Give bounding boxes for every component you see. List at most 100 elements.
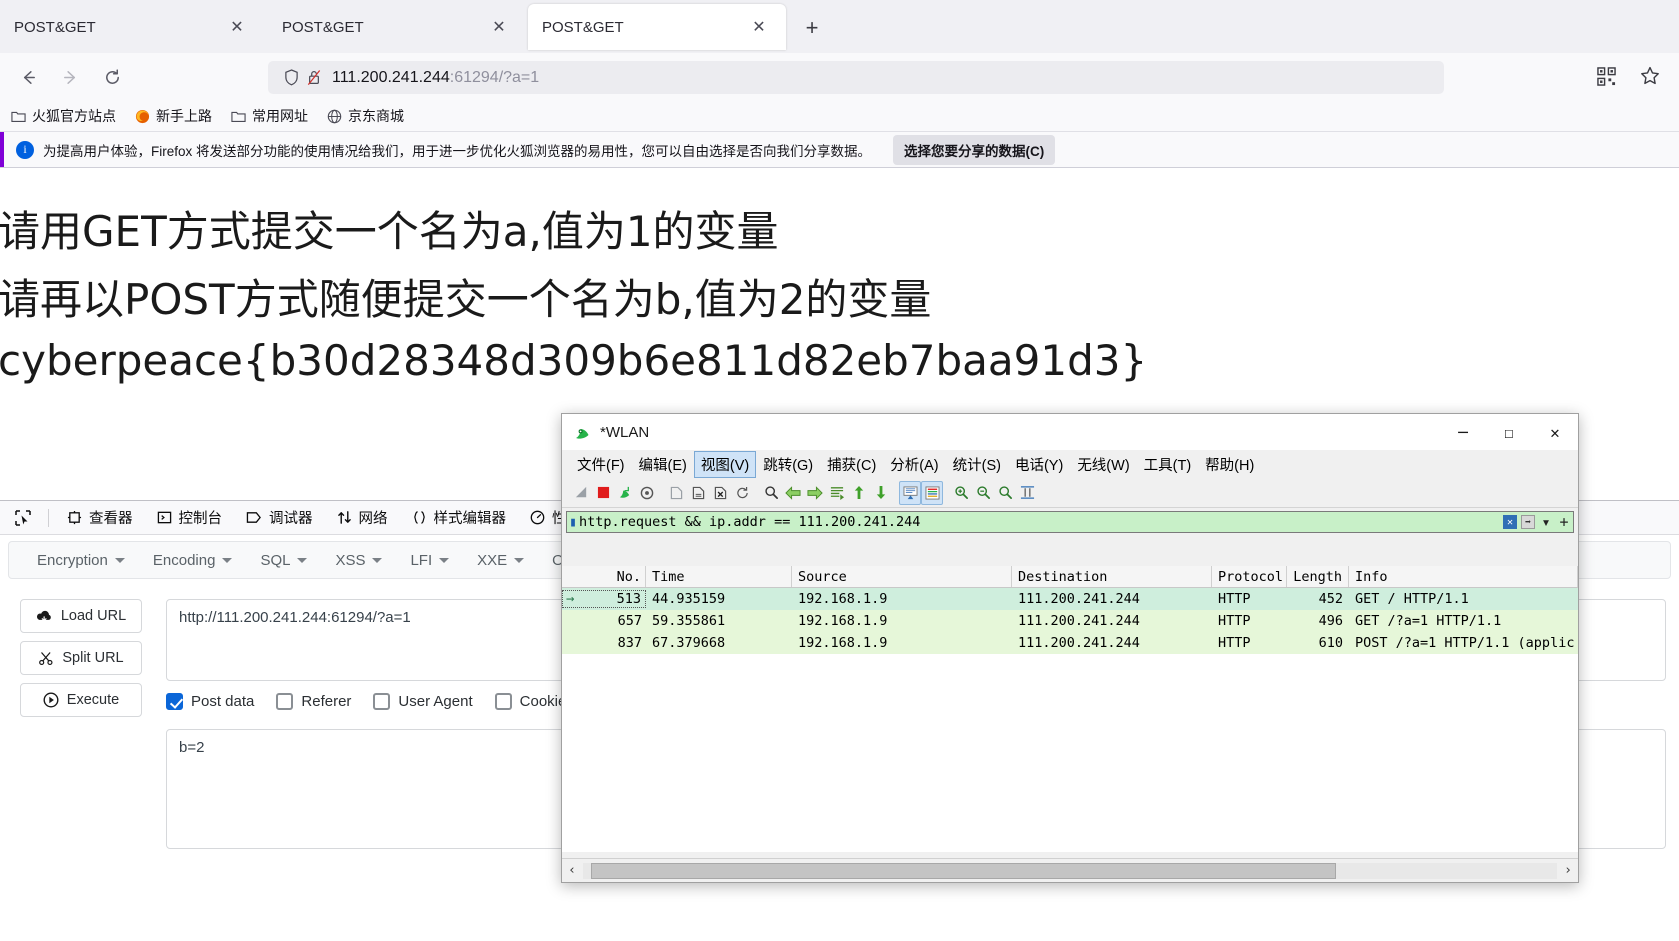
choose-share-data-button[interactable]: 选择您要分享的数据(C)	[893, 135, 1055, 165]
filter-bookmark-icon[interactable]: ▮	[567, 515, 579, 530]
go-forward-icon[interactable]	[804, 481, 826, 505]
browser-tab-3-active[interactable]: POST&GET ✕	[528, 4, 786, 50]
maximize-icon[interactable]: ☐	[1486, 414, 1532, 450]
column-header-destination[interactable]: Destination	[1012, 566, 1212, 587]
devtools-tab-debugger[interactable]: 调试器	[234, 502, 325, 534]
browser-tab-1[interactable]: POST&GET ✕	[0, 4, 264, 50]
bookmark-item-3[interactable]: 京东商城	[326, 106, 404, 126]
post-data-checkbox[interactable]	[166, 693, 183, 710]
packet-row-selected[interactable]: → 513 44.935159 192.168.1.9 111.200.241.…	[562, 588, 1578, 610]
hackbar-menu-xss[interactable]: XSS	[321, 552, 396, 569]
restart-capture-icon[interactable]	[614, 481, 636, 505]
scrollbar-thumb[interactable]	[591, 863, 1336, 879]
menu-capture[interactable]: 捕获(C)	[820, 451, 883, 478]
browser-tab-2[interactable]: POST&GET ✕	[268, 4, 526, 50]
column-header-source[interactable]: Source	[792, 566, 1012, 587]
stop-capture-icon[interactable]	[592, 481, 614, 505]
start-capture-icon[interactable]	[570, 481, 592, 505]
close-file-icon[interactable]	[709, 481, 731, 505]
lock-broken-icon[interactable]	[302, 69, 326, 86]
menu-edit[interactable]: 编辑(E)	[632, 451, 694, 478]
filter-expression-add-icon[interactable]: +	[1557, 515, 1571, 529]
menu-tools[interactable]: 工具(T)	[1137, 451, 1199, 478]
bookmark-item-0[interactable]: 火狐官方站点	[10, 106, 116, 126]
back-icon[interactable]	[12, 61, 44, 93]
reload-icon[interactable]	[96, 61, 128, 93]
referer-checkbox[interactable]	[276, 693, 293, 710]
url-bar[interactable]: 111.200.241.244:61294/?a=1	[268, 61, 1444, 94]
column-header-time[interactable]: Time	[646, 566, 792, 587]
go-back-icon[interactable]	[782, 481, 804, 505]
bookmark-item-2[interactable]: 常用网址	[230, 106, 308, 126]
referer-checkbox-row[interactable]: Referer	[276, 693, 351, 710]
devtools-tab-inspector[interactable]: 查看器	[55, 502, 145, 534]
shield-icon[interactable]	[280, 69, 302, 86]
execute-button[interactable]: Execute	[20, 683, 142, 717]
column-header-protocol[interactable]: Protocol	[1212, 566, 1287, 587]
packet-row[interactable]: 837 67.379668 192.168.1.9 111.200.241.24…	[562, 632, 1578, 654]
capture-options-icon[interactable]	[636, 481, 658, 505]
hackbar-menu-xxe[interactable]: XXE	[463, 552, 538, 569]
cookies-checkbox[interactable]	[495, 693, 512, 710]
column-header-length[interactable]: Length	[1287, 566, 1349, 587]
apply-filter-icon[interactable]: ➡	[1521, 515, 1535, 529]
user-agent-checkbox[interactable]	[373, 693, 390, 710]
packet-row[interactable]: 657 59.355861 192.168.1.9 111.200.241.24…	[562, 610, 1578, 632]
wireshark-display-filter[interactable]: ▮ http.request && ip.addr == 111.200.241…	[566, 511, 1574, 533]
scrollbar-track[interactable]	[583, 863, 1557, 879]
hackbar-menu-lfi[interactable]: LFI	[396, 552, 463, 569]
filter-dropdown-icon[interactable]: ▾	[1539, 515, 1553, 529]
reload-file-icon[interactable]	[731, 481, 753, 505]
load-url-button[interactable]: Load URL	[20, 599, 142, 633]
bookmark-item-1[interactable]: 新手上路	[134, 106, 212, 126]
close-icon[interactable]: ✕	[486, 14, 512, 40]
hackbar-menu-encoding[interactable]: Encoding	[139, 552, 247, 569]
packet-destination: 111.200.241.244	[1012, 591, 1212, 607]
packet-list[interactable]: No. Time Source Destination Protocol Len…	[562, 566, 1578, 852]
close-icon[interactable]: ✕	[224, 14, 250, 40]
qr-code-icon[interactable]	[1591, 61, 1621, 91]
post-data-checkbox-row[interactable]: Post data	[166, 693, 254, 710]
menu-file[interactable]: 文件(F)	[570, 451, 632, 478]
go-first-packet-icon[interactable]	[848, 481, 870, 505]
open-file-icon[interactable]	[665, 481, 687, 505]
devtools-tab-console[interactable]: 控制台	[145, 502, 235, 534]
menu-telephony[interactable]: 电话(Y)	[1008, 451, 1070, 478]
column-header-no[interactable]: No.	[562, 566, 646, 587]
hackbar-menu-encryption[interactable]: Encryption	[23, 552, 139, 569]
close-icon[interactable]: ✕	[746, 14, 772, 40]
element-picker-icon[interactable]	[8, 505, 38, 531]
scroll-right-icon[interactable]: ›	[1558, 860, 1578, 882]
menu-go[interactable]: 跳转(G)	[756, 451, 820, 478]
packet-list-horizontal-scrollbar[interactable]: ‹ ›	[562, 858, 1578, 882]
close-icon[interactable]: ✕	[1532, 414, 1578, 450]
user-agent-checkbox-row[interactable]: User Agent	[373, 693, 472, 710]
save-file-icon[interactable]	[687, 481, 709, 505]
auto-scroll-icon[interactable]	[899, 481, 921, 505]
resize-columns-icon[interactable]	[1016, 481, 1038, 505]
zoom-in-icon[interactable]	[950, 481, 972, 505]
find-packet-icon[interactable]	[760, 481, 782, 505]
menu-statistics[interactable]: 统计(S)	[946, 451, 1008, 478]
zoom-reset-icon[interactable]	[994, 481, 1016, 505]
menu-wireless[interactable]: 无线(W)	[1070, 451, 1136, 478]
menu-analyze[interactable]: 分析(A)	[883, 451, 945, 478]
devtools-tab-style-editor[interactable]: 样式编辑器	[400, 502, 519, 534]
zoom-out-icon[interactable]	[972, 481, 994, 505]
bookmark-star-icon[interactable]	[1635, 61, 1665, 91]
hackbar-menu-sql[interactable]: SQL	[246, 552, 321, 569]
devtools-tab-network[interactable]: 网络	[325, 502, 400, 534]
colorize-packets-icon[interactable]	[921, 481, 943, 505]
clear-filter-icon[interactable]: ✕	[1503, 515, 1517, 529]
bookmarks-bar: 火狐官方站点 新手上路 常用网址 京东商城	[0, 101, 1679, 131]
forward-icon[interactable]	[54, 61, 86, 93]
split-url-button[interactable]: Split URL	[20, 641, 142, 675]
minimize-icon[interactable]: ─	[1440, 414, 1486, 450]
column-header-info[interactable]: Info	[1349, 566, 1578, 587]
menu-help[interactable]: 帮助(H)	[1198, 451, 1261, 478]
scroll-left-icon[interactable]: ‹	[562, 860, 582, 882]
go-to-packet-icon[interactable]	[826, 481, 848, 505]
menu-view[interactable]: 视图(V)	[694, 451, 756, 478]
go-last-packet-icon[interactable]	[870, 481, 892, 505]
new-tab-button[interactable]: +	[796, 12, 828, 44]
